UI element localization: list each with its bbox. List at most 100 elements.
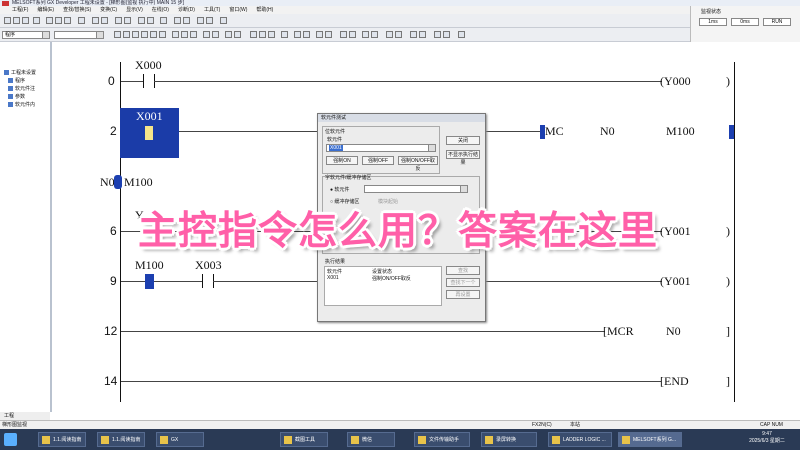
coil-output[interactable]: (Y001 <box>660 274 691 289</box>
force-on-button[interactable]: 强制ON <box>326 156 358 165</box>
selected-contact-cell[interactable]: X001 <box>120 108 179 158</box>
monitor-end-icon[interactable] <box>395 31 402 38</box>
zoom-in-icon[interactable] <box>434 31 441 38</box>
device-select[interactable] <box>54 31 104 39</box>
zoom-icon[interactable] <box>197 17 204 24</box>
taskbar-item[interactable]: 微信 <box>347 432 395 447</box>
menu-online[interactable]: 在线(O) <box>152 7 169 13</box>
clock[interactable]: 9:47 2025/6/3 星期二 <box>742 431 792 444</box>
paste-icon[interactable] <box>64 17 71 24</box>
force-off-button[interactable]: 强制OFF <box>362 156 394 165</box>
help-icon[interactable] <box>220 17 227 24</box>
taskbar-item[interactable]: 1.1.阅读指南 <box>38 432 86 447</box>
read-mode-icon[interactable] <box>268 31 275 38</box>
tree-tab[interactable]: 工程 <box>0 412 50 420</box>
hide-result-button[interactable]: 不显示执行结果 <box>446 150 480 166</box>
force-toggle-button[interactable]: 强制ON/OFF取反 <box>398 156 438 172</box>
find-button[interactable]: 查找 <box>446 266 480 275</box>
ladder-view-icon[interactable] <box>174 17 181 24</box>
menu-tools[interactable]: 工具(T) <box>204 7 220 13</box>
hline-icon[interactable] <box>172 31 179 38</box>
replace-icon[interactable] <box>101 17 108 24</box>
sfc-icon[interactable] <box>303 31 310 38</box>
list-view-icon[interactable] <box>183 17 190 24</box>
tree-item-program[interactable]: 程序 <box>8 78 25 85</box>
copy-icon[interactable] <box>55 17 62 24</box>
delete-line-icon[interactable] <box>190 31 197 38</box>
word-device-input[interactable] <box>364 185 468 193</box>
draw-line-icon[interactable] <box>225 31 232 38</box>
step-jump-icon[interactable] <box>281 31 288 38</box>
start-icon[interactable] <box>4 433 17 446</box>
convert-icon[interactable] <box>250 31 257 38</box>
contact-or-icon[interactable] <box>132 31 139 38</box>
tree-item-parameter[interactable]: 参数 <box>8 94 25 101</box>
batch-monitor-icon[interactable] <box>410 31 417 38</box>
falling-edge-icon[interactable] <box>212 31 219 38</box>
monitor-start-icon[interactable] <box>386 31 393 38</box>
menu-window[interactable]: 窗口(W) <box>229 7 247 13</box>
instruction-mcr[interactable]: [MCR <box>603 324 634 339</box>
menu-help[interactable]: 帮助(H) <box>256 7 273 13</box>
taskbar-item[interactable]: LADDER LOGIC ... <box>548 432 612 447</box>
entry-monitor-icon[interactable] <box>419 31 426 38</box>
rising-edge-icon[interactable] <box>203 31 210 38</box>
comment-edit-icon[interactable] <box>316 31 323 38</box>
write-plc-icon[interactable] <box>124 17 131 24</box>
new-icon[interactable] <box>4 17 11 24</box>
monitor-stop-icon[interactable] <box>147 17 154 24</box>
cross-ref-icon[interactable] <box>362 31 369 38</box>
menu-edit[interactable]: 编辑(E) <box>37 7 54 13</box>
write-mode-icon[interactable] <box>259 31 266 38</box>
radio-device[interactable]: ● 软元件 <box>330 186 349 193</box>
taskbar-item-active[interactable]: MELSOFT系列 G... <box>618 432 682 447</box>
used-device-icon[interactable] <box>371 31 378 38</box>
print-icon[interactable] <box>33 17 40 24</box>
alias-icon[interactable] <box>349 31 356 38</box>
instruction-end[interactable]: [END <box>660 374 689 389</box>
find-next-button[interactable]: 查找下一个 <box>446 278 480 287</box>
menu-find[interactable]: 查找/替换(S) <box>63 7 91 13</box>
reset-button[interactable]: 再设置 <box>446 290 480 299</box>
instruction-mc[interactable]: MC <box>545 124 564 139</box>
menu-convert[interactable]: 变换(C) <box>100 7 117 13</box>
find-icon[interactable] <box>92 17 99 24</box>
contact-no-icon[interactable] <box>114 31 121 38</box>
contact-nc-icon[interactable] <box>123 31 130 38</box>
comment-icon[interactable] <box>206 17 213 24</box>
contact-active[interactable] <box>145 274 154 289</box>
menu-project[interactable]: 工程(F) <box>12 7 28 13</box>
taskbar-item[interactable]: 1.1.阅读指南 <box>97 432 145 447</box>
open-icon[interactable] <box>13 17 20 24</box>
tree-item-device-memory[interactable]: 软元件内 <box>8 102 35 109</box>
device-test-icon[interactable] <box>160 17 167 24</box>
note-icon[interactable] <box>340 31 347 38</box>
close-button[interactable]: 关闭 <box>446 136 480 145</box>
taskbar-item[interactable]: 文件传输助手 <box>414 432 470 447</box>
cut-icon[interactable] <box>46 17 53 24</box>
list-icon[interactable] <box>294 31 301 38</box>
coil-output[interactable]: (Y000 <box>660 74 691 89</box>
save-icon[interactable] <box>22 17 29 24</box>
monitor-icon[interactable] <box>138 17 145 24</box>
zoom-out-icon[interactable] <box>443 31 450 38</box>
taskbar-item[interactable]: GX <box>156 432 204 447</box>
device-input[interactable]: X001 <box>326 144 436 152</box>
taskbar-item[interactable]: 录屏转换 <box>481 432 537 447</box>
tree-root[interactable]: 工程未设置 <box>4 70 36 77</box>
program-select[interactable]: 程序 <box>2 31 50 39</box>
coil-icon[interactable] <box>150 31 157 38</box>
coil-output[interactable]: (Y001 <box>660 224 691 239</box>
contact-orb-icon[interactable] <box>141 31 148 38</box>
instruction-icon[interactable] <box>159 31 166 38</box>
erase-line-icon[interactable] <box>234 31 241 38</box>
vline-icon[interactable] <box>181 31 188 38</box>
read-plc-icon[interactable] <box>115 17 122 24</box>
statement-icon[interactable] <box>325 31 332 38</box>
taskbar-item[interactable]: 截图工具 <box>280 432 328 447</box>
window-tile-icon[interactable] <box>458 31 465 38</box>
menu-diagnostics[interactable]: 诊断(D) <box>178 7 195 13</box>
menu-view[interactable]: 显示(V) <box>126 7 143 13</box>
tree-item-device-comment[interactable]: 软元件注 <box>8 86 35 93</box>
undo-icon[interactable] <box>78 17 85 24</box>
